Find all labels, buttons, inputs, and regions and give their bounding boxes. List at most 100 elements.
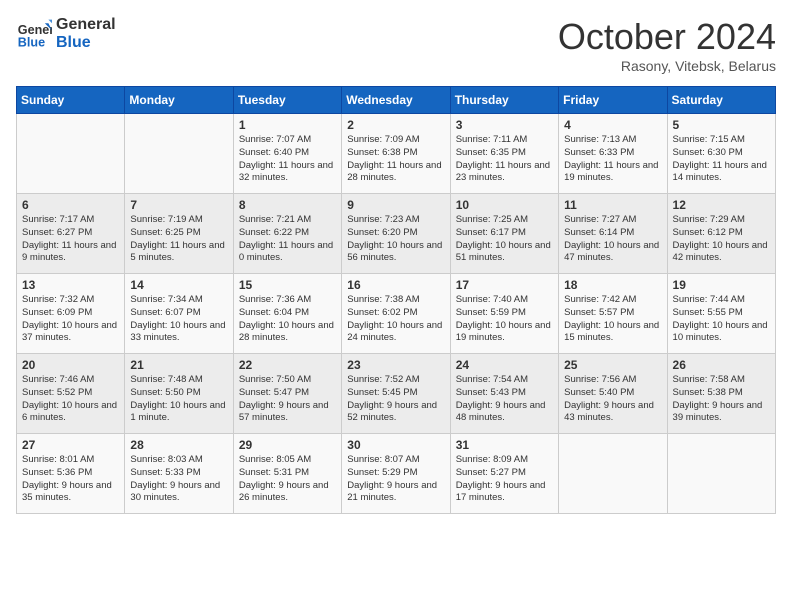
day-info: Sunrise: 7:09 AM Sunset: 6:38 PM Dayligh… (347, 134, 444, 185)
calendar-cell: 12 Sunrise: 7:29 AM Sunset: 6:12 PM Dayli… (667, 194, 775, 274)
day-number: 4 (564, 118, 661, 132)
day-info: Sunrise: 7:29 AM Sunset: 6:12 PM Dayligh… (673, 214, 770, 265)
day-number: 16 (347, 278, 444, 292)
day-info: Sunrise: 7:32 AM Sunset: 6:09 PM Dayligh… (22, 294, 119, 345)
day-number: 12 (673, 198, 770, 212)
day-info: Sunrise: 7:15 AM Sunset: 6:30 PM Dayligh… (673, 134, 770, 185)
day-number: 19 (673, 278, 770, 292)
day-number: 23 (347, 358, 444, 372)
day-info: Sunrise: 8:07 AM Sunset: 5:29 PM Dayligh… (347, 454, 444, 505)
calendar-cell: 23 Sunrise: 7:52 AM Sunset: 5:45 PM Dayli… (342, 354, 450, 434)
day-info: Sunrise: 7:27 AM Sunset: 6:14 PM Dayligh… (564, 214, 661, 265)
weekday-header: Tuesday (233, 87, 341, 114)
calendar-cell: 16 Sunrise: 7:38 AM Sunset: 6:02 PM Dayli… (342, 274, 450, 354)
day-number: 3 (456, 118, 553, 132)
logo: General Blue General Blue (16, 16, 116, 52)
day-number: 30 (347, 438, 444, 452)
day-info: Sunrise: 7:56 AM Sunset: 5:40 PM Dayligh… (564, 374, 661, 425)
day-info: Sunrise: 7:52 AM Sunset: 5:45 PM Dayligh… (347, 374, 444, 425)
location: Rasony, Vitebsk, Belarus (558, 58, 776, 74)
calendar-cell: 20 Sunrise: 7:46 AM Sunset: 5:52 PM Dayli… (17, 354, 125, 434)
calendar-cell: 17Sunrise: 7:40 AM Sunset: 5:59 PM Dayli… (450, 274, 558, 354)
calendar-cell: 1 Sunrise: 7:07 AM Sunset: 6:40 PM Daylig… (233, 114, 341, 194)
weekday-header: Sunday (17, 87, 125, 114)
day-info: Sunrise: 7:17 AM Sunset: 6:27 PM Dayligh… (22, 214, 119, 265)
day-info: Sunrise: 8:09 AM Sunset: 5:27 PM Dayligh… (456, 454, 553, 505)
calendar-cell (559, 434, 667, 514)
day-info: Sunrise: 7:38 AM Sunset: 6:02 PM Dayligh… (347, 294, 444, 345)
calendar-cell: 2 Sunrise: 7:09 AM Sunset: 6:38 PM Daylig… (342, 114, 450, 194)
calendar-cell: 15Sunrise: 7:36 AM Sunset: 6:04 PM Dayli… (233, 274, 341, 354)
day-number: 31 (456, 438, 553, 452)
calendar-cell: 21 Sunrise: 7:48 AM Sunset: 5:50 PM Dayli… (125, 354, 233, 434)
calendar-cell: 9 Sunrise: 7:23 AM Sunset: 6:20 PM Daylig… (342, 194, 450, 274)
weekday-header: Friday (559, 87, 667, 114)
calendar-cell: 5 Sunrise: 7:15 AM Sunset: 6:30 PM Daylig… (667, 114, 775, 194)
day-number: 20 (22, 358, 119, 372)
calendar-cell: 18Sunrise: 7:42 AM Sunset: 5:57 PM Dayli… (559, 274, 667, 354)
day-info: Sunrise: 7:13 AM Sunset: 6:33 PM Dayligh… (564, 134, 661, 185)
day-info: Sunrise: 7:50 AM Sunset: 5:47 PM Dayligh… (239, 374, 336, 425)
day-info: Sunrise: 7:23 AM Sunset: 6:20 PM Dayligh… (347, 214, 444, 265)
day-info: Sunrise: 8:05 AM Sunset: 5:31 PM Dayligh… (239, 454, 336, 505)
day-info: Sunrise: 7:07 AM Sunset: 6:40 PM Dayligh… (239, 134, 336, 185)
calendar-cell: 28 Sunrise: 8:03 AM Sunset: 5:33 PM Dayli… (125, 434, 233, 514)
day-number: 28 (130, 438, 227, 452)
day-number: 18 (564, 278, 661, 292)
calendar-week-row: 13Sunrise: 7:32 AM Sunset: 6:09 PM Dayli… (17, 274, 776, 354)
logo-general: General (56, 16, 116, 34)
day-info: Sunrise: 7:58 AM Sunset: 5:38 PM Dayligh… (673, 374, 770, 425)
calendar-cell (667, 434, 775, 514)
day-info: Sunrise: 8:03 AM Sunset: 5:33 PM Dayligh… (130, 454, 227, 505)
calendar-cell: 31 Sunrise: 8:09 AM Sunset: 5:27 PM Dayli… (450, 434, 558, 514)
day-number: 6 (22, 198, 119, 212)
day-number: 21 (130, 358, 227, 372)
day-number: 8 (239, 198, 336, 212)
day-info: Sunrise: 7:11 AM Sunset: 6:35 PM Dayligh… (456, 134, 553, 185)
calendar-cell: 22 Sunrise: 7:50 AM Sunset: 5:47 PM Dayli… (233, 354, 341, 434)
day-number: 11 (564, 198, 661, 212)
calendar-cell: 4 Sunrise: 7:13 AM Sunset: 6:33 PM Daylig… (559, 114, 667, 194)
calendar-week-row: 6 Sunrise: 7:17 AM Sunset: 6:27 PM Daylig… (17, 194, 776, 274)
calendar-cell: 19 Sunrise: 7:44 AM Sunset: 5:55 PM Dayli… (667, 274, 775, 354)
day-info: Sunrise: 7:48 AM Sunset: 5:50 PM Dayligh… (130, 374, 227, 425)
weekday-header: Monday (125, 87, 233, 114)
calendar-cell (125, 114, 233, 194)
month-title: October 2024 (558, 16, 776, 58)
day-number: 24 (456, 358, 553, 372)
day-number: 22 (239, 358, 336, 372)
day-number: 2 (347, 118, 444, 132)
day-number: 10 (456, 198, 553, 212)
page-header: General Blue General Blue October 2024 R… (16, 16, 776, 74)
calendar-table: SundayMondayTuesdayWednesdayThursdayFrid… (16, 86, 776, 514)
calendar-cell: 10 Sunrise: 7:25 AM Sunset: 6:17 PM Dayli… (450, 194, 558, 274)
day-info: Sunrise: 7:34 AM Sunset: 6:07 PM Dayligh… (130, 294, 227, 345)
calendar-cell: 24Sunrise: 7:54 AM Sunset: 5:43 PM Dayli… (450, 354, 558, 434)
day-number: 27 (22, 438, 119, 452)
day-info: Sunrise: 7:46 AM Sunset: 5:52 PM Dayligh… (22, 374, 119, 425)
day-number: 17 (456, 278, 553, 292)
header-row: SundayMondayTuesdayWednesdayThursdayFrid… (17, 87, 776, 114)
day-info: Sunrise: 7:25 AM Sunset: 6:17 PM Dayligh… (456, 214, 553, 265)
day-number: 15 (239, 278, 336, 292)
day-number: 9 (347, 198, 444, 212)
calendar-cell: 27 Sunrise: 8:01 AM Sunset: 5:36 PM Dayli… (17, 434, 125, 514)
day-number: 5 (673, 118, 770, 132)
day-number: 14 (130, 278, 227, 292)
day-number: 1 (239, 118, 336, 132)
calendar-cell: 30 Sunrise: 8:07 AM Sunset: 5:29 PM Dayli… (342, 434, 450, 514)
day-info: Sunrise: 7:44 AM Sunset: 5:55 PM Dayligh… (673, 294, 770, 345)
logo-icon: General Blue (16, 16, 52, 52)
weekday-header: Thursday (450, 87, 558, 114)
logo-blue: Blue (56, 34, 116, 52)
calendar-week-row: 20 Sunrise: 7:46 AM Sunset: 5:52 PM Dayli… (17, 354, 776, 434)
calendar-cell: 14 Sunrise: 7:34 AM Sunset: 6:07 PM Dayli… (125, 274, 233, 354)
calendar-cell: 29Sunrise: 8:05 AM Sunset: 5:31 PM Dayli… (233, 434, 341, 514)
day-info: Sunrise: 7:19 AM Sunset: 6:25 PM Dayligh… (130, 214, 227, 265)
calendar-cell (17, 114, 125, 194)
title-block: October 2024 Rasony, Vitebsk, Belarus (558, 16, 776, 74)
calendar-cell: 13Sunrise: 7:32 AM Sunset: 6:09 PM Dayli… (17, 274, 125, 354)
calendar-cell: 7Sunrise: 7:19 AM Sunset: 6:25 PM Daylig… (125, 194, 233, 274)
calendar-week-row: 27 Sunrise: 8:01 AM Sunset: 5:36 PM Dayli… (17, 434, 776, 514)
day-info: Sunrise: 8:01 AM Sunset: 5:36 PM Dayligh… (22, 454, 119, 505)
